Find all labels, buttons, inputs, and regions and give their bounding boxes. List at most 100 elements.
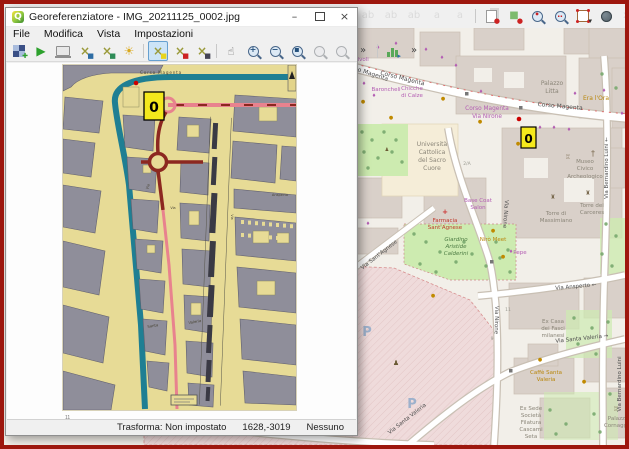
statue-icon: ♟ — [385, 147, 389, 153]
crs-status: Nessuno — [307, 422, 345, 433]
transformation-settings[interactable]: ☀ — [119, 41, 139, 61]
georeferencer-canvas[interactable]: Corso MagentaViaViaViaAnspertoSantaValer… — [7, 63, 356, 420]
minimize-button[interactable]: – — [282, 8, 307, 25]
menu-vista[interactable]: Vista — [90, 28, 127, 40]
zoom-in[interactable]: + — [243, 41, 263, 61]
maximize-button[interactable] — [307, 8, 332, 25]
map-label: Corso Magenta — [140, 70, 182, 75]
amenity-label: Caffè Santa — [530, 369, 562, 376]
tree-dot — [424, 240, 427, 243]
copy-annotation[interactable]: ● — [481, 6, 501, 26]
map-label: Ansperto — [272, 193, 288, 197]
open-raster[interactable]: ✚ — [9, 41, 29, 61]
map-label: Via — [170, 206, 175, 210]
shop-icon: ♦ — [479, 89, 483, 95]
amenity-label: Nirò Meet — [480, 236, 507, 243]
street-label: Via Nirone — [493, 306, 500, 335]
tree-dot — [614, 86, 617, 89]
georeferencer-statusbar: Trasforma: Non impostato 1628,-3019 Ness… — [7, 419, 356, 434]
tree-dot — [382, 130, 385, 133]
museum-icon: ♖ — [565, 154, 570, 161]
zoom-to-layer[interactable]: ▪ — [287, 41, 307, 61]
poi-label: Ex Sede — [520, 406, 543, 412]
toolbar-separator — [377, 44, 378, 58]
raster-map-image[interactable]: Corso MagentaViaViaViaAnspertoSantaValer… — [63, 65, 296, 410]
parking-symbol: P — [407, 397, 417, 412]
load-gcp-points[interactable]: ×■ — [75, 41, 95, 61]
shop-label: Salon — [470, 205, 486, 211]
poi-label: Torre di — [545, 211, 567, 217]
add-point[interactable]: ×■ — [148, 41, 168, 61]
generate-gdal-script[interactable] — [53, 41, 73, 61]
poi-label: Cattolica — [419, 149, 446, 156]
amenity-icon: ● — [431, 293, 436, 299]
georeferencer-menubar: FileModificaVistaImpostazioni — [6, 27, 357, 41]
tree-dot — [362, 150, 365, 153]
shop-icon: ♦ — [620, 111, 624, 117]
shop-icon: ♦ — [454, 63, 458, 69]
delete-point[interactable]: ×■ — [170, 41, 190, 61]
tree-dot — [592, 412, 595, 415]
menu-modifica[interactable]: Modifica — [37, 28, 90, 40]
park-label: Giardino — [444, 237, 468, 243]
cafe-icon: ● — [582, 379, 587, 385]
tree-dot — [438, 250, 441, 253]
pan-tool[interactable]: ☝ — [221, 41, 241, 61]
tree-dot — [548, 408, 551, 411]
pharmacy-label: Sant'Agnese — [428, 225, 463, 231]
gcp-0-label: 0 — [524, 132, 532, 146]
zoom-out[interactable]: − — [265, 41, 285, 61]
shop-icon: ♦ — [424, 47, 428, 53]
menu-file[interactable]: File — [6, 28, 37, 40]
label-callout-tool: a — [450, 6, 470, 26]
poi-label: milanesi — [541, 333, 565, 339]
window-title: Georeferenziatore - IMG_20211125_0002.jp… — [29, 11, 240, 23]
move-point[interactable]: ×■ — [192, 41, 212, 61]
shop-icon: ♦ — [372, 93, 376, 99]
poi-label: Seta — [525, 434, 537, 440]
cursor-coordinates: 1628,-3019 — [242, 422, 290, 433]
tree-dot — [400, 160, 403, 163]
toolbar-overflow-2[interactable]: » — [404, 41, 424, 61]
label-pin-tool: ab — [404, 6, 424, 26]
parking-symbol: P — [362, 325, 372, 340]
save-gcp-points[interactable]: ×■ — [97, 41, 117, 61]
tree-dot — [576, 342, 579, 345]
tree-dot — [614, 234, 617, 237]
tree-dot — [434, 270, 437, 273]
poi-label: Carceres — [580, 210, 604, 216]
map-label: Via — [230, 214, 234, 219]
shop-icon: ♦ — [362, 81, 366, 87]
house-number: 9 — [491, 336, 494, 342]
zoom-annotations[interactable]: ‥ — [550, 6, 570, 26]
shop-icon: ♦ — [602, 88, 606, 94]
menu-impostazioni[interactable]: Impostazioni — [127, 28, 200, 40]
label-tool-2: ab — [381, 6, 401, 26]
annotation-extents[interactable]: ▾ — [573, 6, 593, 26]
shop-label: Chicche — [401, 86, 423, 92]
annotation-pin[interactable]: ■● — [504, 6, 524, 26]
transform-status: Trasforma: Non impostato — [117, 422, 226, 433]
georeferencer-titlebar[interactable]: Q Georeferenziatore - IMG_20211125_0002.… — [6, 8, 357, 27]
street-label: Via Bernardino Luini ← — [604, 137, 610, 199]
histogram-stretch[interactable]: ▸ — [382, 41, 402, 61]
georeferencer-window: Q Georeferenziatore - IMG_20211125_0002.… — [5, 7, 358, 436]
tree-dot — [390, 150, 393, 153]
pharmacy-cross-icon: + — [442, 208, 448, 216]
tree-dot — [572, 316, 575, 319]
tree-dot — [454, 260, 457, 263]
zoom-last — [309, 41, 329, 61]
tree-dot — [470, 252, 473, 255]
toolbar-separator — [143, 44, 144, 58]
tree-dot — [508, 270, 511, 273]
zoom-to-annotation[interactable]: • — [527, 6, 547, 26]
toolbar-overflow[interactable]: » — [353, 41, 373, 61]
qgis-app-icon: Q — [12, 11, 24, 23]
north-arrow-box — [288, 65, 296, 91]
close-button[interactable]: × — [332, 8, 357, 25]
amenity-icon: ● — [491, 228, 496, 234]
shop-label: Baroncheli — [371, 87, 401, 93]
shop-icon: ♦ — [440, 55, 444, 61]
metasearch-globe[interactable] — [596, 6, 616, 26]
start-georeferencing[interactable]: ▶ — [31, 41, 51, 61]
